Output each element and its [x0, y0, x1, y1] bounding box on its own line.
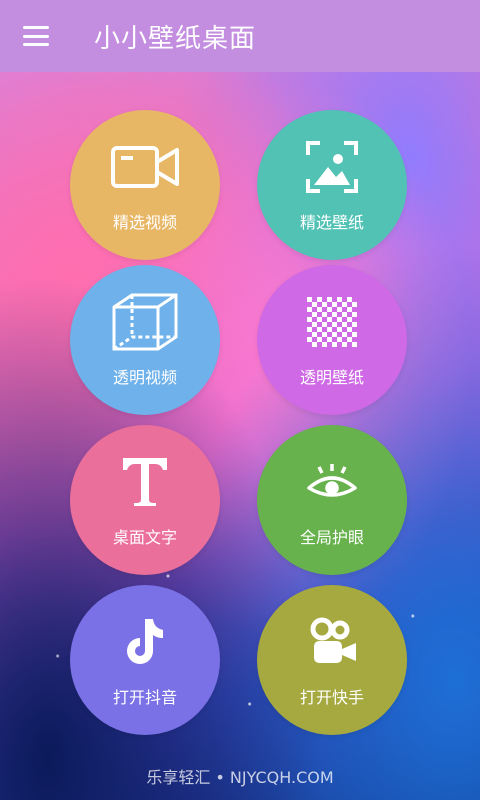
eye-icon	[297, 452, 367, 512]
tile-label: 全局护眼	[299, 528, 364, 547]
tile-featured-video[interactable]: 精选视频	[70, 110, 220, 260]
tile-label: 精选壁纸	[299, 213, 364, 232]
kuaishou-camera-icon	[297, 612, 367, 672]
tile-open-douyin[interactable]: 打开抖音	[70, 585, 220, 735]
tile-featured-wallpaper[interactable]: 精选壁纸	[257, 110, 407, 260]
tile-label: 精选视频	[112, 213, 177, 232]
video-camera-icon	[110, 137, 180, 197]
checkerboard-icon	[297, 292, 367, 352]
tiktok-note-icon	[110, 612, 180, 672]
text-t-icon	[110, 452, 180, 512]
tile-open-kuaishou[interactable]: 打开快手	[257, 585, 407, 735]
image-frame-icon	[297, 137, 367, 197]
watermark: 乐享轻汇 • NJYCQH.COM	[146, 768, 334, 787]
tile-transparent-video[interactable]: 透明视频	[70, 265, 220, 415]
tile-label: 透明视频	[112, 368, 177, 387]
tile-label: 桌面文字	[112, 528, 177, 547]
tile-label: 打开快手	[299, 688, 364, 707]
tile-label: 打开抖音	[112, 688, 177, 707]
transparent-cube-icon	[110, 292, 180, 352]
feature-grid: 精选视频 精选壁纸 透明视频 透明壁纸 桌面文字 全局护眼 打开抖音 打开快手	[0, 0, 480, 800]
tile-transparent-wallpaper[interactable]: 透明壁纸	[257, 265, 407, 415]
tile-label: 透明壁纸	[299, 368, 364, 387]
tile-desktop-text[interactable]: 桌面文字	[70, 425, 220, 575]
tile-eye-protection[interactable]: 全局护眼	[257, 425, 407, 575]
